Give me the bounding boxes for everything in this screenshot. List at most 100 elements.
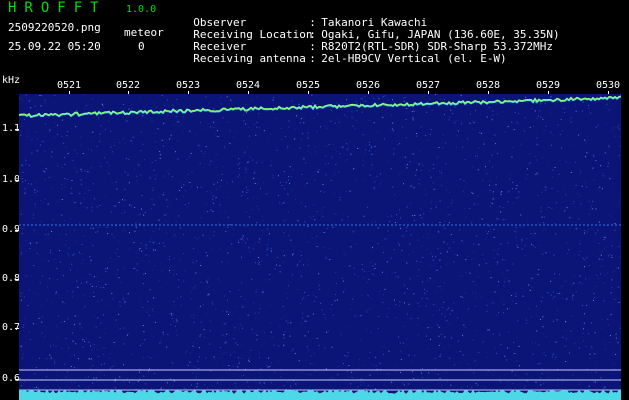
noise-dot — [607, 145, 609, 147]
noise-dot — [545, 186, 547, 188]
noise-dot — [361, 111, 363, 113]
noise-dot — [322, 247, 324, 248]
noise-dot — [235, 342, 237, 344]
noise-dot — [95, 326, 97, 328]
noise-dot — [199, 347, 201, 349]
noise-dot — [518, 196, 520, 198]
noise-dot — [256, 162, 258, 164]
noise-dot — [129, 381, 130, 383]
noise-dot — [586, 152, 588, 154]
noise-dot — [365, 144, 367, 146]
noise-dot — [65, 240, 67, 242]
noise-dot — [215, 167, 217, 169]
noise-dot — [323, 313, 325, 315]
noise-dot — [245, 112, 247, 114]
noise-dot — [367, 385, 369, 386]
noise-dot — [410, 202, 412, 204]
noise-dot — [180, 123, 182, 125]
noise-dot — [431, 202, 432, 204]
noise-dot — [143, 375, 145, 377]
noise-dot — [102, 347, 104, 349]
noise-dot — [604, 237, 606, 239]
noise-dot — [518, 112, 520, 114]
noise-dot — [433, 304, 435, 305]
noise-dot — [607, 246, 609, 248]
noise-dot — [591, 208, 593, 210]
noise-dot — [188, 202, 190, 204]
noise-dot — [198, 367, 200, 369]
noise-dot — [21, 125, 23, 127]
noise-dot — [253, 123, 255, 125]
noise-dot — [42, 141, 44, 142]
noise-dot — [418, 276, 420, 278]
noise-dot — [128, 248, 130, 250]
noise-dot — [316, 337, 318, 339]
noise-dot — [473, 122, 475, 124]
noise-dot — [204, 151, 206, 153]
noise-dot — [82, 346, 84, 348]
noise-dot — [310, 217, 312, 219]
noise-dot — [419, 214, 421, 216]
noise-dot — [455, 120, 457, 122]
noise-dot — [206, 191, 208, 193]
noise-dot — [537, 194, 538, 196]
noise-dot — [359, 364, 361, 366]
noise-dot — [618, 246, 620, 248]
noise-dot — [197, 238, 199, 240]
noise-dot — [427, 233, 429, 235]
noise-dot — [127, 334, 128, 336]
noise-dot — [71, 128, 73, 130]
noise-dot — [620, 327, 621, 329]
noise-dot — [555, 233, 557, 235]
noise-dot — [41, 275, 43, 277]
noise-dot — [353, 168, 355, 170]
noise-dot — [591, 348, 593, 350]
noise-dot — [444, 99, 445, 101]
noise-dot — [508, 280, 510, 282]
noise-dot — [189, 352, 191, 354]
noise-dot — [167, 334, 169, 336]
noise-dot — [181, 186, 183, 188]
noise-dot — [95, 286, 97, 287]
noise-dot — [279, 201, 280, 203]
noise-dot — [555, 356, 557, 358]
noise-dot — [435, 207, 437, 209]
noise-dot — [589, 95, 591, 97]
noise-dot — [90, 345, 91, 347]
noise-dot — [395, 317, 397, 319]
noise-dot — [46, 368, 48, 370]
noise-dot — [196, 376, 197, 378]
noise-dot — [66, 290, 68, 292]
noise-dot — [615, 333, 617, 335]
noise-dot — [614, 298, 616, 300]
noise-dot — [301, 298, 303, 300]
noise-dot — [119, 305, 121, 307]
noise-dot — [424, 189, 425, 191]
noise-dot — [440, 266, 442, 268]
noise-dot — [301, 276, 303, 278]
noise-dot — [36, 138, 38, 140]
noise-dot — [325, 318, 327, 320]
noise-dot — [144, 212, 146, 213]
noise-dot — [444, 348, 445, 350]
noise-dot — [229, 130, 231, 132]
noise-dot — [324, 347, 326, 349]
noise-dot — [273, 344, 275, 346]
noise-dot — [594, 241, 596, 243]
noise-dot — [300, 118, 302, 120]
noise-dot — [173, 305, 175, 307]
noise-dot — [129, 232, 130, 234]
noise-dot — [163, 192, 165, 194]
noise-dot — [55, 324, 57, 326]
noise-dot — [600, 377, 602, 379]
noise-dot — [344, 355, 346, 356]
noise-dot — [195, 285, 196, 287]
noise-dot — [232, 234, 234, 236]
noise-dot — [489, 205, 491, 207]
noise-dot — [210, 370, 212, 372]
noise-dot — [545, 125, 547, 127]
noise-dot — [252, 159, 253, 161]
noise-dot — [421, 208, 422, 210]
noise-dot — [74, 167, 76, 169]
noise-dot — [530, 233, 532, 235]
